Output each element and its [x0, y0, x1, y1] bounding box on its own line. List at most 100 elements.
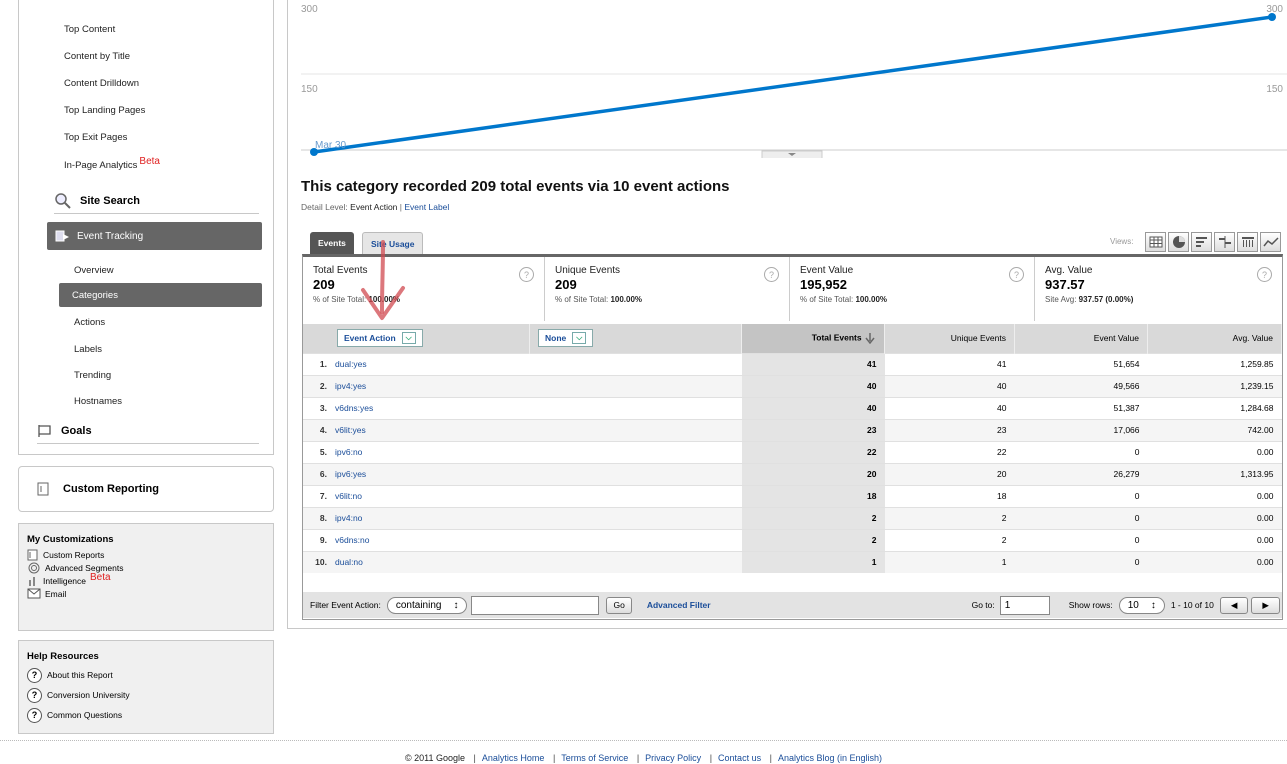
sparkline-icon [1262, 237, 1279, 247]
prev-page-button[interactable]: ◀ [1219, 596, 1249, 614]
nav-top-exit-pages[interactable]: Top Exit Pages [64, 132, 127, 143]
advanced-filter-link[interactable]: Advanced Filter [647, 600, 711, 610]
chevron-down-icon: ⌵ [401, 332, 416, 345]
nav-goals[interactable]: Goals [37, 419, 242, 443]
nav-hostnames[interactable]: Hostnames [74, 396, 122, 407]
event-action-link[interactable]: v6lit:yes [327, 418, 530, 441]
sparkline-view-button[interactable] [1260, 232, 1281, 252]
question-icon: ? [27, 687, 42, 703]
secondary-dimension-selector[interactable]: None ⌵ [538, 329, 594, 348]
filter-go-button[interactable]: Go [606, 596, 632, 614]
nav-content-by-title[interactable]: Content by Title [64, 51, 130, 62]
goto-label: Go to: [971, 600, 995, 610]
next-page-button[interactable]: ▶ [1251, 596, 1280, 614]
table-row: 9. v6dns:no 2 2 0 0.00 [303, 528, 1282, 551]
row-index: 4. [303, 418, 327, 441]
nav-labels[interactable]: Labels [74, 344, 102, 355]
question-icon[interactable]: ? [764, 267, 779, 282]
event-action-link[interactable]: v6lit:no [327, 484, 530, 507]
nav-site-search[interactable]: Site Search [54, 189, 259, 213]
show-rows-select[interactable]: 10 ↕ [1118, 596, 1165, 614]
common-questions-link[interactable]: ? Common Questions [27, 705, 265, 725]
secondary-dim-cell [529, 440, 742, 463]
nav-actions[interactable]: Actions [74, 317, 105, 328]
nav-categories[interactable]: Categories [59, 283, 262, 307]
advanced-segments-link[interactable]: Advanced Segments [27, 561, 265, 574]
unique-events-cell: 18 [884, 484, 1015, 507]
sidebar-nav: Top Content Content by Title Content Dri… [18, 0, 274, 455]
filter-match-select[interactable]: containing ↕ [386, 596, 468, 614]
secondary-dimension-label: None [545, 333, 567, 344]
footer-link-contact[interactable]: Contact us [718, 753, 761, 763]
footer-link-analytics-home[interactable]: Analytics Home [482, 753, 545, 763]
y-tick-label-right-300: 300 [1266, 4, 1283, 15]
row-index: 9. [303, 528, 327, 551]
col-header-label: Total Events [811, 332, 862, 343]
row-index: 2. [303, 374, 327, 397]
detail-level-event-label-link[interactable]: Event Label [404, 202, 449, 212]
intelligence-link[interactable]: Intelligence Beta [27, 572, 265, 587]
data-point[interactable] [1268, 13, 1276, 21]
data-table: Event Action ⌵ None ⌵ Total Events Uniqu… [303, 324, 1282, 573]
row-index: 6. [303, 462, 327, 485]
unique-events-cell: 1 [884, 550, 1015, 573]
event-action-link[interactable]: ipv4:no [327, 506, 530, 529]
page-title: This category recorded 209 total events … [301, 178, 730, 195]
table-row: 4. v6lit:yes 23 23 17,066 742.00 [303, 418, 1282, 441]
table-view-button[interactable] [1145, 232, 1166, 252]
tab-events[interactable]: Events [310, 232, 354, 254]
total-events-cell: 20 [741, 462, 885, 485]
footer-link-privacy[interactable]: Privacy Policy [645, 753, 701, 763]
nav-content-drilldown[interactable]: Content Drilldown [64, 78, 139, 89]
col-header-total-events[interactable]: Total Events [741, 324, 885, 353]
about-report-link[interactable]: ? About this Report [27, 665, 265, 685]
primary-dimension-selector[interactable]: Event Action ⌵ [337, 329, 423, 348]
event-action-link[interactable]: dual:yes [327, 352, 530, 375]
y-tick-label-left-300: 300 [301, 4, 318, 15]
row-index: 3. [303, 396, 327, 419]
comparison-view-button[interactable] [1214, 232, 1235, 252]
event-action-link[interactable]: v6dns:no [327, 528, 530, 551]
pie-view-button[interactable] [1168, 232, 1189, 252]
unique-events-cell: 2 [884, 528, 1015, 551]
question-icon[interactable]: ? [1257, 267, 1272, 282]
total-events-cell: 40 [741, 374, 885, 397]
goto-input[interactable]: 1 [999, 595, 1050, 615]
bar-view-button[interactable] [1191, 232, 1212, 252]
event-action-link[interactable]: dual:no [327, 550, 530, 573]
nav-in-page-analytics[interactable]: In-Page Analytics Beta [64, 156, 160, 171]
event-action-link[interactable]: ipv4:yes [327, 374, 530, 397]
event-action-link[interactable]: ipv6:yes [327, 462, 530, 485]
show-rows-label: Show rows: [1068, 600, 1113, 610]
nav-trending[interactable]: Trending [74, 370, 111, 381]
summary-sub: % of Site Total: 100.00% [800, 295, 888, 304]
common-questions-label: Common Questions [47, 710, 123, 720]
footer-link-blog[interactable]: Analytics Blog (in English) [778, 753, 882, 763]
event-action-link[interactable]: v6dns:yes [327, 396, 530, 419]
pivot-view-button[interactable] [1237, 232, 1258, 252]
nav-overview[interactable]: Overview [74, 265, 114, 276]
nav-top-content[interactable]: Top Content [64, 24, 115, 35]
filter-input[interactable] [471, 595, 600, 615]
footer-link-terms[interactable]: Terms of Service [561, 753, 628, 763]
col-header-avg-value[interactable]: Avg. Value [1147, 324, 1282, 353]
nav-top-landing-pages[interactable]: Top Landing Pages [64, 105, 145, 116]
custom-reports-link[interactable]: Custom Reports [27, 548, 265, 561]
avg-value-cell: 0.00 [1147, 484, 1282, 507]
question-icon[interactable]: ? [519, 267, 534, 282]
conversion-university-link[interactable]: ? Conversion University [27, 685, 265, 705]
my-customizations-title: My Customizations [27, 534, 114, 545]
event-action-link[interactable]: ipv6:no [327, 440, 530, 463]
pie-chart-icon [1172, 236, 1185, 248]
col-header-event-value[interactable]: Event Value [1014, 324, 1148, 353]
custom-reporting-link[interactable]: Custom Reporting [18, 466, 274, 512]
unique-events-cell: 40 [884, 374, 1015, 397]
secondary-dim-cell [529, 528, 742, 551]
question-icon[interactable]: ? [1009, 267, 1024, 282]
event-value-cell: 51,387 [1014, 396, 1148, 419]
line-chart: 300 150 300 150 Mar 30 [301, 4, 1287, 158]
col-header-unique-events[interactable]: Unique Events [884, 324, 1015, 353]
conversion-university-label: Conversion University [47, 690, 130, 700]
nav-event-tracking[interactable]: Event Tracking [47, 222, 262, 250]
email-link[interactable]: Email [27, 587, 265, 600]
